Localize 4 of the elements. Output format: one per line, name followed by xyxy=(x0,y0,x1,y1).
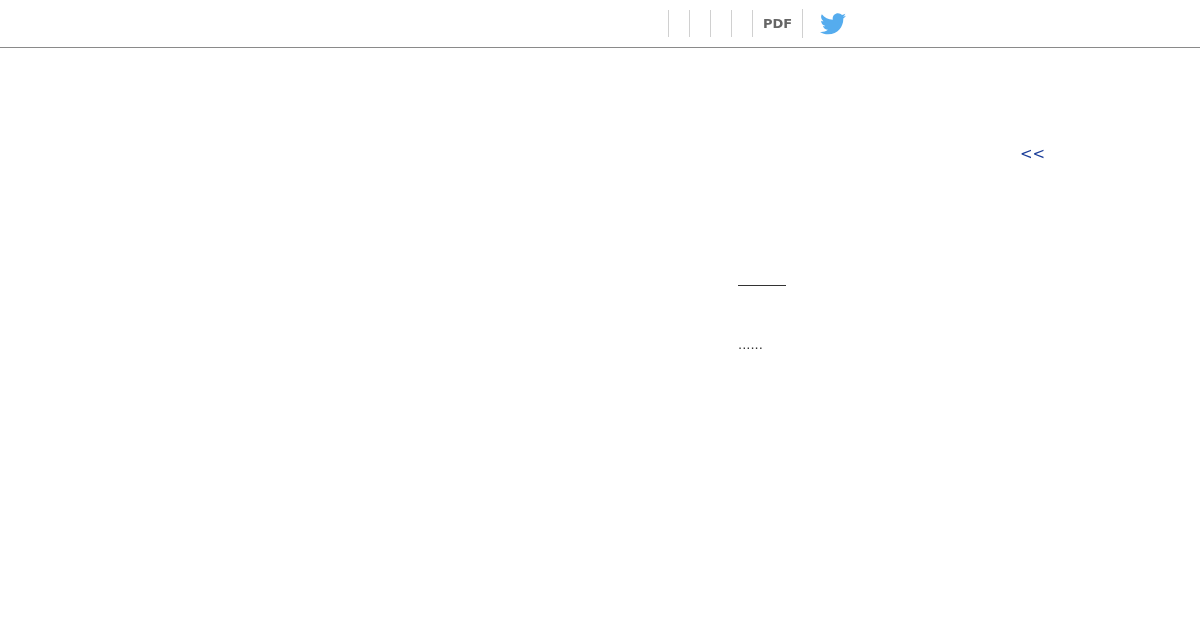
bird-icon[interactable] xyxy=(820,12,847,35)
pdf-link[interactable]: PDF xyxy=(763,17,793,30)
ellipsis-text: ...... xyxy=(738,337,763,352)
back-link[interactable]: << xyxy=(1020,144,1046,164)
